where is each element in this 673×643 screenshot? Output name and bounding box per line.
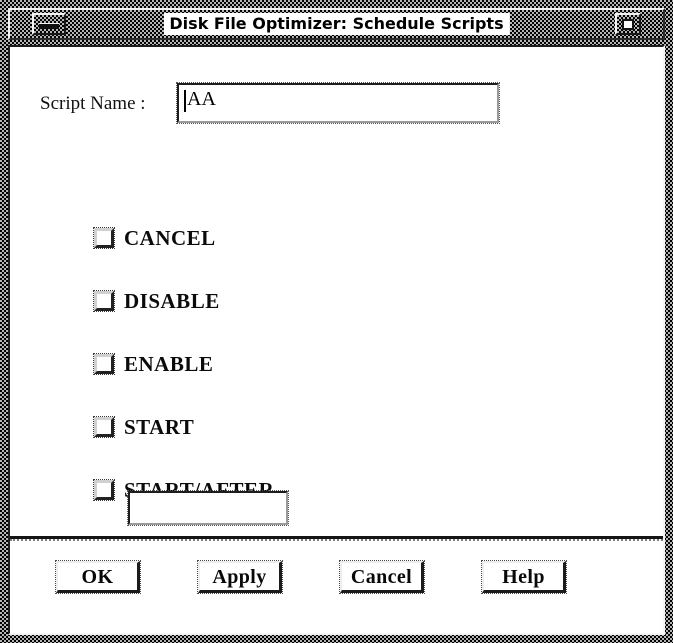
option-enable-label: ENABLE bbox=[124, 352, 214, 376]
cancel-button[interactable]: Cancel bbox=[339, 560, 425, 594]
option-start-label: START bbox=[124, 415, 195, 439]
dialog-separator bbox=[10, 536, 663, 541]
application-window: Disk File Optimizer: Schedule Scripts Sc… bbox=[0, 0, 673, 643]
maximize-button[interactable] bbox=[615, 13, 641, 35]
minimize-button[interactable] bbox=[32, 13, 66, 35]
maximize-icon bbox=[622, 19, 634, 30]
checkbox-start-after[interactable] bbox=[93, 479, 115, 501]
text-caret bbox=[184, 90, 186, 112]
script-name-input[interactable]: AA bbox=[176, 82, 500, 124]
ok-button[interactable]: OK bbox=[55, 560, 141, 594]
checkbox-cancel[interactable] bbox=[93, 227, 115, 249]
ok-button-label: OK bbox=[81, 565, 114, 588]
script-name-value: AA bbox=[187, 88, 216, 110]
window-title-bar[interactable]: Disk File Optimizer: Schedule Scripts bbox=[8, 8, 665, 40]
window-title: Disk File Optimizer: Schedule Scripts bbox=[163, 13, 510, 35]
script-name-label: Script Name : bbox=[40, 93, 146, 114]
minimize-icon bbox=[39, 23, 59, 29]
checkbox-enable[interactable] bbox=[93, 353, 115, 375]
start-after-input[interactable] bbox=[127, 490, 289, 526]
option-cancel-label: CANCEL bbox=[124, 226, 216, 250]
checkbox-start[interactable] bbox=[93, 416, 115, 438]
dialog-client-area: Script Name : AA CANCEL DISABLE ENABLE S… bbox=[8, 45, 665, 635]
schedule-scripts-form: Script Name : AA CANCEL DISABLE ENABLE S… bbox=[10, 47, 663, 534]
checkbox-disable[interactable] bbox=[93, 290, 115, 312]
dialog-button-row: OK Apply Cancel Help bbox=[10, 543, 663, 633]
help-button[interactable]: Help bbox=[481, 560, 567, 594]
apply-button[interactable]: Apply bbox=[197, 560, 283, 594]
apply-button-label: Apply bbox=[212, 565, 267, 588]
cancel-button-label: Cancel bbox=[350, 565, 413, 588]
option-disable-label: DISABLE bbox=[124, 289, 220, 313]
help-button-label: Help bbox=[502, 565, 545, 588]
